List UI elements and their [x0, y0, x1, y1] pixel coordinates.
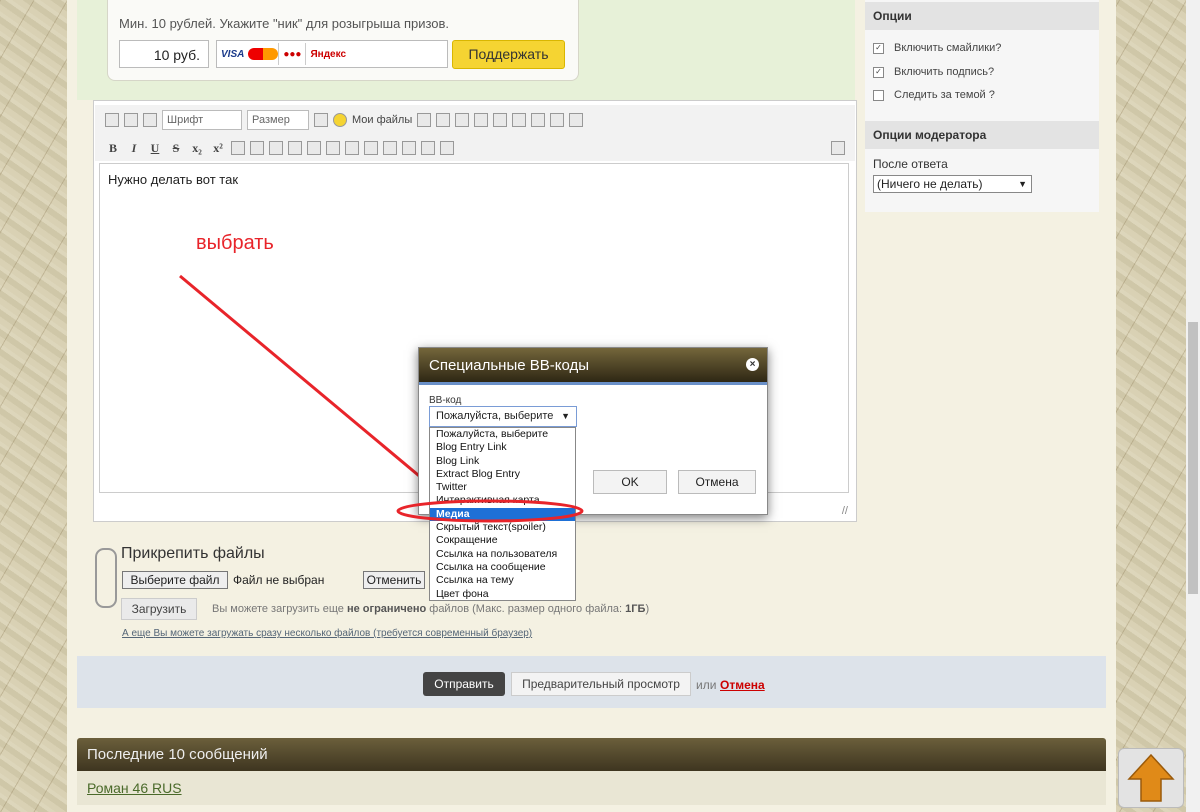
scroll-to-top-button[interactable] [1118, 748, 1184, 808]
annotation-ellipse [396, 499, 584, 523]
arrow-up-icon [1127, 753, 1175, 802]
